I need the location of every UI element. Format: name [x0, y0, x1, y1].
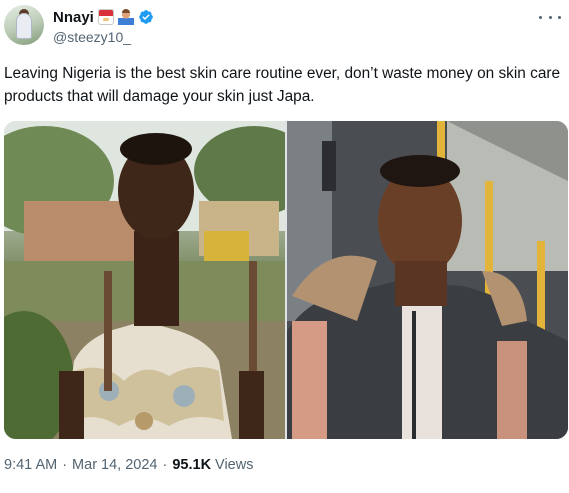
photo-right-illustration: [287, 121, 568, 439]
verified-badge-icon: [139, 10, 153, 24]
tweet-time[interactable]: 9:41 AM: [4, 457, 57, 473]
tweet-meta: 9:41 AM · Mar 14, 2024 · 95.1K Views: [4, 457, 253, 473]
tweet-date[interactable]: Mar 14, 2024: [72, 457, 157, 473]
media-photo-right[interactable]: [287, 121, 568, 439]
tweet-media[interactable]: [4, 121, 568, 439]
santa-hat-flag-emoji-icon: [97, 9, 114, 25]
media-photo-left[interactable]: [4, 121, 285, 439]
views-count[interactable]: 95.1K: [172, 457, 211, 473]
author-handle[interactable]: @steezy10_: [53, 29, 131, 45]
views-label: Views: [215, 457, 254, 473]
author-display-name[interactable]: Nnayi: [53, 9, 94, 26]
tweet-card: Nnayi @steezy10_ Leaving Nigeria is the …: [0, 0, 569, 493]
meta-separator: ·: [162, 457, 168, 473]
author-name-row: Nnayi: [53, 8, 154, 26]
avatar-figure: [16, 13, 32, 39]
tweet-text: Leaving Nigeria is the best skin care ro…: [4, 65, 561, 105]
photo-left-illustration: [4, 121, 285, 439]
more-dot: [539, 15, 542, 19]
avatar[interactable]: [4, 5, 44, 45]
more-dot: [548, 15, 552, 19]
person-at-laptop-emoji-icon: [117, 9, 134, 25]
meta-separator: ·: [62, 457, 68, 473]
more-dot: [558, 15, 561, 19]
more-options-icon[interactable]: [539, 10, 561, 24]
